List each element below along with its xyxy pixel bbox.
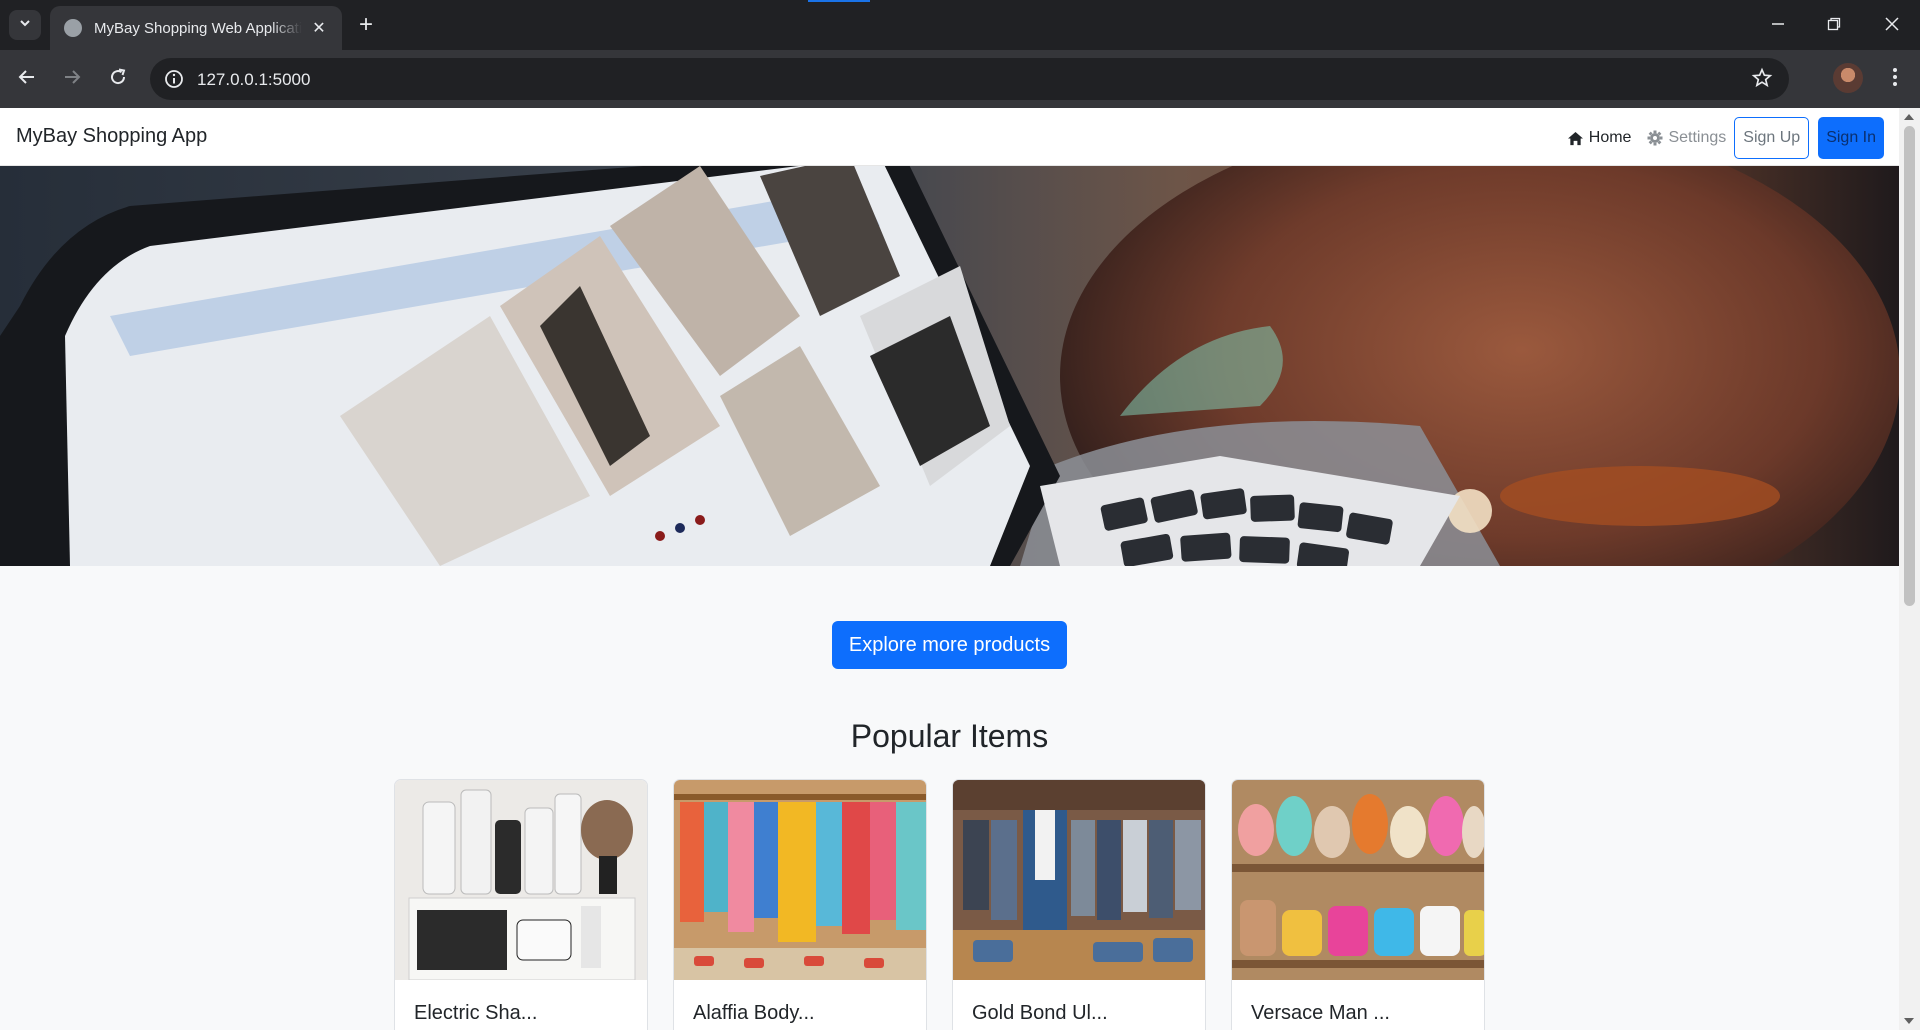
nav-settings-link[interactable]: Settings xyxy=(1639,118,1734,158)
tab-indicator xyxy=(808,0,870,2)
scroll-down-arrow-icon[interactable] xyxy=(1904,1018,1914,1024)
shoe-shelf-photo-icon xyxy=(1232,780,1484,980)
nav-settings-label: Settings xyxy=(1668,129,1727,146)
nav-links: Home Settings Sign Up Sign In xyxy=(1559,117,1884,159)
site-info-icon[interactable] xyxy=(164,69,184,94)
product-title[interactable]: Alaffia Body... xyxy=(693,1002,815,1025)
nav-home-label: Home xyxy=(1588,129,1632,146)
restore-button[interactable] xyxy=(1806,0,1862,50)
tab-search-button[interactable] xyxy=(9,10,41,40)
sign-up-button[interactable]: Sign Up xyxy=(1734,117,1810,159)
popular-items-heading: Popular Items xyxy=(850,718,1049,754)
more-vertical-icon xyxy=(1892,67,1898,92)
url-text[interactable]: 127.0.0.1:5000 xyxy=(197,70,310,90)
menswear-rack-photo-icon xyxy=(953,780,1205,980)
close-window-button[interactable] xyxy=(1864,0,1920,50)
forward-button[interactable] xyxy=(56,63,88,95)
product-card[interactable]: Versace Man ... xyxy=(1231,779,1485,1030)
product-card[interactable]: Electric Sha... xyxy=(394,779,648,1030)
chevron-down-icon xyxy=(18,16,32,35)
reload-button[interactable] xyxy=(102,63,134,95)
product-title[interactable]: Electric Sha... xyxy=(414,1002,537,1025)
arrow-left-icon xyxy=(18,68,36,91)
grooming-products-photo-icon xyxy=(395,780,647,980)
brand-link[interactable]: MyBay Shopping App xyxy=(16,125,207,148)
restore-icon xyxy=(1827,15,1841,36)
back-button[interactable] xyxy=(11,63,43,95)
nav-home-link[interactable]: Home xyxy=(1559,118,1640,158)
new-tab-button[interactable]: + xyxy=(352,10,380,40)
scrollbar-thumb[interactable] xyxy=(1904,126,1915,606)
home-icon xyxy=(1567,131,1584,146)
gear-icon xyxy=(1647,130,1663,146)
product-title[interactable]: Versace Man ... xyxy=(1251,1002,1390,1025)
explore-products-button[interactable]: Explore more products xyxy=(832,621,1067,669)
address-bar[interactable]: 127.0.0.1:5000 xyxy=(150,58,1789,100)
page-scrollbar[interactable] xyxy=(1899,108,1920,1030)
bookmark-star-icon[interactable] xyxy=(1751,67,1773,94)
close-icon xyxy=(1885,15,1899,36)
product-card[interactable]: Gold Bond Ul... xyxy=(952,779,1206,1030)
minimize-icon xyxy=(1771,15,1785,36)
app-navbar: MyBay Shopping App Home Settings Sign Up… xyxy=(0,108,1899,166)
clothing-rack-photo-icon xyxy=(674,780,926,980)
reload-icon xyxy=(109,68,127,91)
laptop-shopping-photo-icon xyxy=(0,166,1899,566)
scroll-up-arrow-icon[interactable] xyxy=(1904,114,1914,120)
minimize-button[interactable] xyxy=(1750,0,1806,50)
browser-tabstrip: MyBay Shopping Web Application ✕ + xyxy=(0,0,1920,50)
tab-title: MyBay Shopping Web Application xyxy=(94,19,302,37)
sign-in-button[interactable]: Sign In xyxy=(1818,117,1884,159)
tab-close-icon[interactable]: ✕ xyxy=(308,18,330,38)
arrow-right-icon xyxy=(63,68,81,91)
browser-toolbar: 127.0.0.1:5000 xyxy=(0,50,1920,108)
product-title[interactable]: Gold Bond Ul... xyxy=(972,1002,1108,1025)
product-card[interactable]: Alaffia Body... xyxy=(673,779,927,1030)
globe-icon xyxy=(64,19,82,37)
browser-tab-active[interactable]: MyBay Shopping Web Application ✕ xyxy=(50,6,342,50)
profile-avatar-icon[interactable] xyxy=(1833,63,1863,93)
hero-banner-image xyxy=(0,166,1899,566)
browser-menu-button[interactable] xyxy=(1880,63,1910,95)
page-viewport: MyBay Shopping App Home Settings Sign Up… xyxy=(0,108,1899,1030)
